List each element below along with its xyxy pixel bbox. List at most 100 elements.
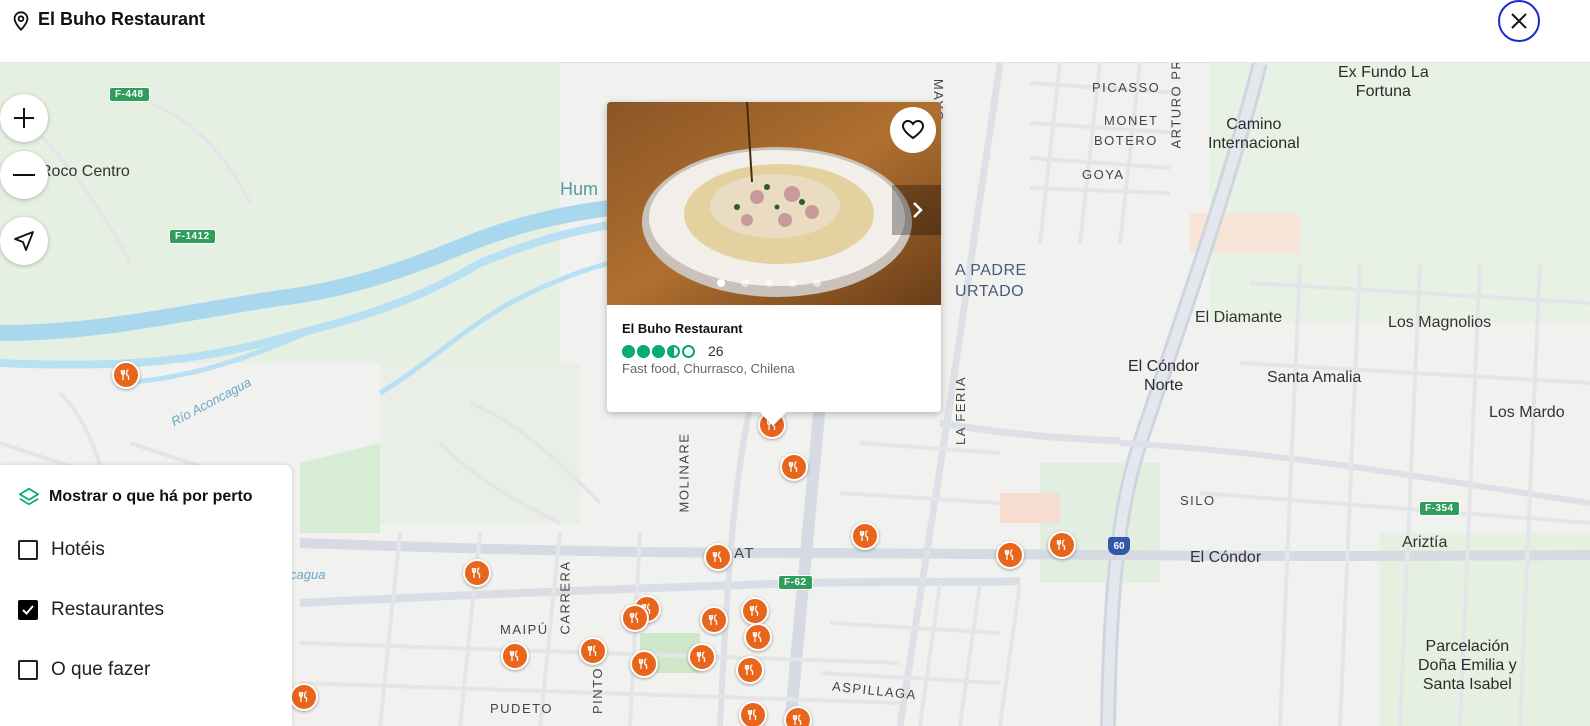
restaurants-checkbox[interactable] <box>18 600 38 620</box>
fork-knife-icon <box>509 650 519 661</box>
hotels-checkbox[interactable] <box>18 540 38 560</box>
header-bar: El Buho Restaurant <box>0 0 1590 63</box>
restaurant-pin[interactable] <box>463 559 491 587</box>
restaurant-pin[interactable] <box>739 701 767 726</box>
photo-dot[interactable] <box>813 279 821 287</box>
photo-dot[interactable] <box>717 279 725 287</box>
photo-dot[interactable] <box>789 279 797 287</box>
nearby-filter-panel: Mostrar o que há por perto Hotéis Restau… <box>0 465 292 726</box>
close-icon <box>1511 13 1527 29</box>
zoom-in-button[interactable] <box>0 94 48 142</box>
checkmark-icon <box>22 605 34 615</box>
restaurant-pin[interactable] <box>621 604 649 632</box>
restaurant-pin[interactable] <box>630 650 658 678</box>
map-label-parcelacion: Parcelación Doña Emilia y Santa Isabel <box>1418 638 1517 693</box>
map-label-maipu: MAIPÚ <box>500 622 549 637</box>
close-button[interactable] <box>1498 0 1540 42</box>
filter-things-to-do[interactable]: O que fazer <box>18 659 150 681</box>
next-photo-button[interactable] <box>892 185 941 235</box>
restaurant-pin[interactable] <box>736 656 764 684</box>
fork-knife-icon <box>696 651 706 662</box>
cuisine-tags: Fast food, Churrasco, Chilena <box>622 361 795 376</box>
fork-knife-icon <box>1056 539 1066 550</box>
map-label-padre-1: A PADRE <box>955 262 1027 279</box>
map-label-at: AT <box>734 545 756 562</box>
restaurant-pin[interactable] <box>780 453 808 481</box>
rating-bubble <box>652 344 665 358</box>
restaurant-pin[interactable] <box>741 597 769 625</box>
things-to-do-checkbox[interactable] <box>18 660 38 680</box>
navigation-arrow-icon <box>14 231 34 251</box>
fork-knife-icon <box>587 645 597 656</box>
heart-icon <box>901 119 925 140</box>
map-label-carrera: CARRERA <box>557 560 573 635</box>
restaurant-pin[interactable] <box>784 706 812 726</box>
map-canvas[interactable]: Ex Fundo La Fortuna Camino Internacional… <box>0 63 1590 726</box>
map-label-camino: Camino Internacional <box>1208 116 1300 152</box>
restaurant-pin[interactable] <box>744 623 772 651</box>
place-info-card[interactable]: El Buho Restaurant 26 Fast food, Churras… <box>607 102 941 412</box>
filter-restaurants-label[interactable]: Restaurantes <box>51 599 164 621</box>
filter-things-to-do-label[interactable]: O que fazer <box>51 659 150 681</box>
locate-me-button[interactable] <box>0 217 48 265</box>
map-label-molinare: MOLINARE <box>676 432 692 513</box>
fork-knife-icon <box>788 461 798 472</box>
map-label-el-condor: El Cóndor <box>1190 549 1262 566</box>
map-label-arturo-prat: ARTURO PRA <box>1168 63 1184 149</box>
fork-knife-icon <box>1004 549 1014 560</box>
photo-dot[interactable] <box>765 279 773 287</box>
location-pin-icon <box>13 11 29 32</box>
restaurant-pin[interactable] <box>704 543 732 571</box>
restaurant-pin[interactable] <box>579 637 607 665</box>
zoom-out-button[interactable] <box>0 151 48 199</box>
nearby-panel-title: Mostrar o que há por perto <box>49 488 253 505</box>
restaurant-pin[interactable] <box>700 606 728 634</box>
fork-knife-icon <box>629 612 639 623</box>
rating-bubble <box>682 344 695 358</box>
map-label-pudeto: PUDETO <box>490 701 553 716</box>
map-label-ariztia: Ariztía <box>1402 534 1448 551</box>
rating-bubbles <box>622 344 697 358</box>
page-title: El Buho Restaurant <box>38 9 206 29</box>
fork-knife-icon <box>859 530 869 541</box>
fork-knife-icon <box>744 664 754 675</box>
map-label-pinto: PINTO <box>590 667 605 714</box>
rating-bubble <box>622 344 635 358</box>
road-shield-f354: F-354 <box>1419 501 1460 516</box>
restaurant-pin[interactable] <box>290 683 318 711</box>
map-label-cagua: cagua <box>290 567 326 582</box>
map-label-los-magnolios: Los Magnolios <box>1388 314 1492 331</box>
fork-knife-icon <box>749 605 759 616</box>
road-shield-route-60: 60 <box>1108 537 1130 555</box>
fork-knife-icon <box>638 658 648 669</box>
restaurant-pin[interactable] <box>996 541 1024 569</box>
photo-dot[interactable] <box>741 279 749 287</box>
rating-bubble <box>637 344 650 358</box>
restaurant-pin[interactable] <box>688 643 716 671</box>
road-shield-f62: F-62 <box>778 575 813 590</box>
plus-icon <box>14 108 34 128</box>
fork-knife-icon <box>120 369 130 380</box>
filter-hotels-label[interactable]: Hotéis <box>51 539 105 561</box>
nearby-panel-header: Mostrar o que há por perto <box>18 486 253 508</box>
map-label-el-condor-norte: El Cóndor Norte <box>1128 358 1200 394</box>
map-label-goya: GOYA <box>1082 167 1125 182</box>
map-label-la-feria: LA FERIA <box>953 375 969 446</box>
map-label-el-diamante: El Diamante <box>1195 309 1283 326</box>
filter-restaurants[interactable]: Restaurantes <box>18 599 164 621</box>
restaurant-pin[interactable] <box>501 642 529 670</box>
photo-pagination-dots <box>717 279 821 287</box>
chevron-right-icon <box>912 202 923 218</box>
filter-hotels[interactable]: Hotéis <box>18 539 105 561</box>
restaurant-pin[interactable] <box>851 522 879 550</box>
map-label-santa-amalia: Santa Amalia <box>1267 369 1362 386</box>
map-label-silo: SILO <box>1180 493 1216 508</box>
save-favorite-button[interactable] <box>890 107 936 153</box>
review-count[interactable]: 26 <box>708 343 724 359</box>
map-label-los-mardo: Los Mardo <box>1489 404 1565 421</box>
restaurant-pin[interactable] <box>112 361 140 389</box>
fork-knife-icon <box>708 614 718 625</box>
place-name[interactable]: El Buho Restaurant <box>622 321 743 336</box>
restaurant-pin[interactable] <box>1048 531 1076 559</box>
map-label-roco-centro: Roco Centro <box>40 163 130 180</box>
